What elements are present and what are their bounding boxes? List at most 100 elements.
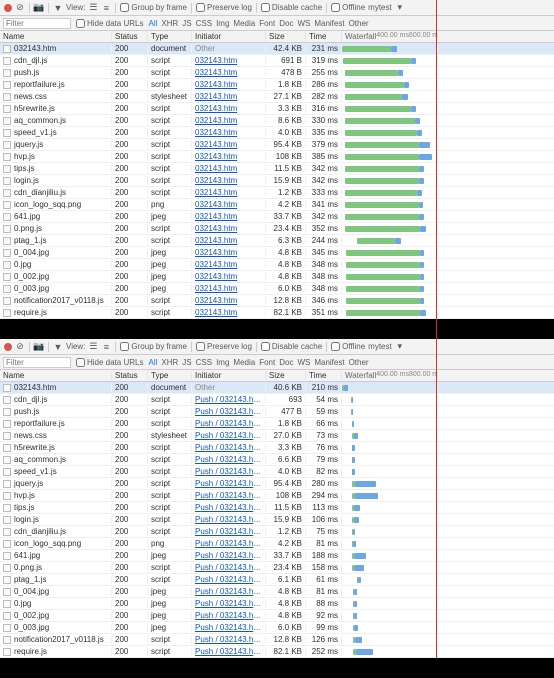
initiator-link[interactable]: Push / 032143.htm (192, 563, 266, 572)
table-row[interactable]: aq_common.js 200 script Push / 032143.ht… (0, 454, 554, 466)
table-row[interactable]: login.js 200 script 032143.htm 15.9 KB 3… (0, 175, 554, 187)
table-row[interactable]: news.css 200 stylesheet Push / 032143.ht… (0, 430, 554, 442)
type-filter-other[interactable]: Other (349, 358, 369, 367)
table-row[interactable]: hvp.js 200 script 032143.htm 108 KB 385 … (0, 151, 554, 163)
table-row[interactable]: icon_logo_sqq.png 200 png 032143.htm 4.2… (0, 199, 554, 211)
type-filter-xhr[interactable]: XHR (161, 358, 178, 367)
type-filter-img[interactable]: Img (216, 19, 229, 28)
type-filter-all[interactable]: All (148, 358, 157, 367)
capture-icon[interactable]: 📷 (34, 342, 44, 352)
type-filter-js[interactable]: JS (182, 19, 191, 28)
table-row[interactable]: 0_004.jpg 200 jpeg Push / 032143.htm 4.8… (0, 586, 554, 598)
preserve-log-checkbox[interactable]: Preserve log (196, 3, 252, 12)
table-row[interactable]: cdn_djl.js 200 script Push / 032143.htm … (0, 394, 554, 406)
table-row[interactable]: require.js 200 script 032143.htm 82.1 KB… (0, 307, 554, 319)
table-row[interactable]: tips.js 200 script 032143.htm 11.5 KB 34… (0, 163, 554, 175)
table-row[interactable]: 0_002.jpg 200 jpeg Push / 032143.htm 4.8… (0, 610, 554, 622)
table-row[interactable]: 0_004.jpg 200 jpeg 032143.htm 4.8 KB 345… (0, 247, 554, 259)
table-row[interactable]: push.js 200 script Push / 032143.htm 477… (0, 406, 554, 418)
initiator-link[interactable]: 032143.htm (192, 176, 266, 185)
type-filter-manifest[interactable]: Manifest (314, 19, 344, 28)
table-row[interactable]: h5rewrite.js 200 script 032143.htm 3.3 K… (0, 103, 554, 115)
table-row[interactable]: reportfailure.js 200 script Push / 03214… (0, 418, 554, 430)
record-icon[interactable] (4, 4, 12, 12)
initiator-link[interactable]: Push / 032143.htm (192, 551, 266, 560)
view-small-icon[interactable]: ≡ (101, 3, 111, 13)
table-row[interactable]: icon_logo_sqq.png 200 png Push / 032143.… (0, 538, 554, 550)
initiator-link[interactable]: 032143.htm (192, 80, 266, 89)
table-row[interactable]: require.js 200 script Push / 032143.htm … (0, 646, 554, 658)
initiator-link[interactable]: 032143.htm (192, 56, 266, 65)
initiator-link[interactable]: Push / 032143.htm (192, 515, 266, 524)
initiator-link[interactable]: Push / 032143.htm (192, 635, 266, 644)
table-row[interactable]: news.css 200 stylesheet 032143.htm 27.1 … (0, 91, 554, 103)
type-filter-media[interactable]: Media (233, 19, 255, 28)
filter-icon[interactable]: ▼ (53, 342, 63, 352)
col-status[interactable]: Status (112, 32, 148, 41)
table-row[interactable]: 0.jpg 200 jpeg Push / 032143.htm 4.8 KB … (0, 598, 554, 610)
table-row[interactable]: tips.js 200 script Push / 032143.htm 11.… (0, 502, 554, 514)
initiator-link[interactable]: Push / 032143.htm (192, 479, 266, 488)
initiator-link[interactable]: Push / 032143.htm (192, 587, 266, 596)
type-filter-manifest[interactable]: Manifest (314, 358, 344, 367)
initiator-link[interactable]: Push / 032143.htm (192, 419, 266, 428)
initiator-link[interactable]: Push / 032143.htm (192, 395, 266, 404)
clear-icon[interactable]: ⊘ (15, 3, 25, 13)
capture-icon[interactable]: 📷 (34, 3, 44, 13)
initiator-link[interactable]: Push / 032143.htm (192, 467, 266, 476)
col-name[interactable]: Name (0, 32, 112, 41)
type-filter-other[interactable]: Other (349, 19, 369, 28)
initiator-link[interactable]: Push / 032143.htm (192, 539, 266, 548)
offline-checkbox[interactable]: Offline (331, 3, 365, 12)
table-row[interactable]: 032143.htm 200 document Other 42.4 KB 23… (0, 43, 554, 55)
initiator-link[interactable]: Push / 032143.htm (192, 491, 266, 500)
table-row[interactable]: login.js 200 script Push / 032143.htm 15… (0, 514, 554, 526)
table-row[interactable]: reportfailure.js 200 script 032143.htm 1… (0, 79, 554, 91)
initiator-link[interactable]: Push / 032143.htm (192, 407, 266, 416)
initiator-link[interactable]: 032143.htm (192, 212, 266, 221)
chevron-down-icon[interactable]: ▾ (395, 342, 405, 352)
table-row[interactable]: ptag_1.js 200 script 032143.htm 6.3 KB 2… (0, 235, 554, 247)
initiator-link[interactable]: Push / 032143.htm (192, 623, 266, 632)
type-filter-ws[interactable]: WS (297, 358, 310, 367)
initiator-link[interactable]: 032143.htm (192, 164, 266, 173)
initiator-link[interactable]: 032143.htm (192, 104, 266, 113)
initiator-link[interactable]: 032143.htm (192, 236, 266, 245)
disable-cache-checkbox[interactable]: Disable cache (261, 3, 322, 12)
type-filter-font[interactable]: Font (259, 19, 275, 28)
table-row[interactable]: 032143.htm 200 document Other 40.6 KB 21… (0, 382, 554, 394)
initiator-link[interactable]: 032143.htm (192, 224, 266, 233)
initiator-link[interactable]: Push / 032143.htm (192, 599, 266, 608)
initiator-link[interactable]: Push / 032143.htm (192, 455, 266, 464)
table-row[interactable]: ptag_1.js 200 script Push / 032143.htm 6… (0, 574, 554, 586)
table-row[interactable]: 641.jpg 200 jpeg Push / 032143.htm 33.7 … (0, 550, 554, 562)
filter-icon[interactable]: ▼ (53, 3, 63, 13)
table-row[interactable]: 0.png.js 200 script 032143.htm 23.4 KB 3… (0, 223, 554, 235)
filter-input[interactable] (3, 357, 71, 368)
col-initiator[interactable]: Initiator (192, 32, 266, 41)
hide-data-urls-checkbox[interactable]: Hide data URLs (76, 19, 143, 28)
table-row[interactable]: cdn_dianjiliu.js 200 script 032143.htm 1… (0, 187, 554, 199)
table-row[interactable]: 0_003.jpg 200 jpeg 032143.htm 6.0 KB 348… (0, 283, 554, 295)
table-row[interactable]: 0.jpg 200 jpeg 032143.htm 4.8 KB 348 ms (0, 259, 554, 271)
initiator-link[interactable]: Push / 032143.htm (192, 611, 266, 620)
table-row[interactable]: hvp.js 200 script Push / 032143.htm 108 … (0, 490, 554, 502)
initiator-link[interactable]: 032143.htm (192, 188, 266, 197)
clear-icon[interactable]: ⊘ (15, 342, 25, 352)
record-icon[interactable] (4, 343, 12, 351)
table-row[interactable]: cdn_dianjiliu.js 200 script Push / 03214… (0, 526, 554, 538)
initiator-link[interactable]: 032143.htm (192, 260, 266, 269)
table-row[interactable]: h5rewrite.js 200 script Push / 032143.ht… (0, 442, 554, 454)
col-time[interactable]: Time (306, 32, 342, 41)
type-filter-css[interactable]: CSS (196, 19, 212, 28)
throttle-select[interactable]: mytest (368, 3, 392, 12)
type-filter-font[interactable]: Font (259, 358, 275, 367)
initiator-link[interactable]: 032143.htm (192, 116, 266, 125)
view-small-icon[interactable]: ≡ (101, 342, 111, 352)
initiator-link[interactable]: Push / 032143.htm (192, 431, 266, 440)
initiator-link[interactable]: 032143.htm (192, 248, 266, 257)
table-row[interactable]: aq_common.js 200 script 032143.htm 8.6 K… (0, 115, 554, 127)
table-row[interactable]: 0.png.js 200 script Push / 032143.htm 23… (0, 562, 554, 574)
type-filter-js[interactable]: JS (182, 358, 191, 367)
type-filter-ws[interactable]: WS (297, 19, 310, 28)
